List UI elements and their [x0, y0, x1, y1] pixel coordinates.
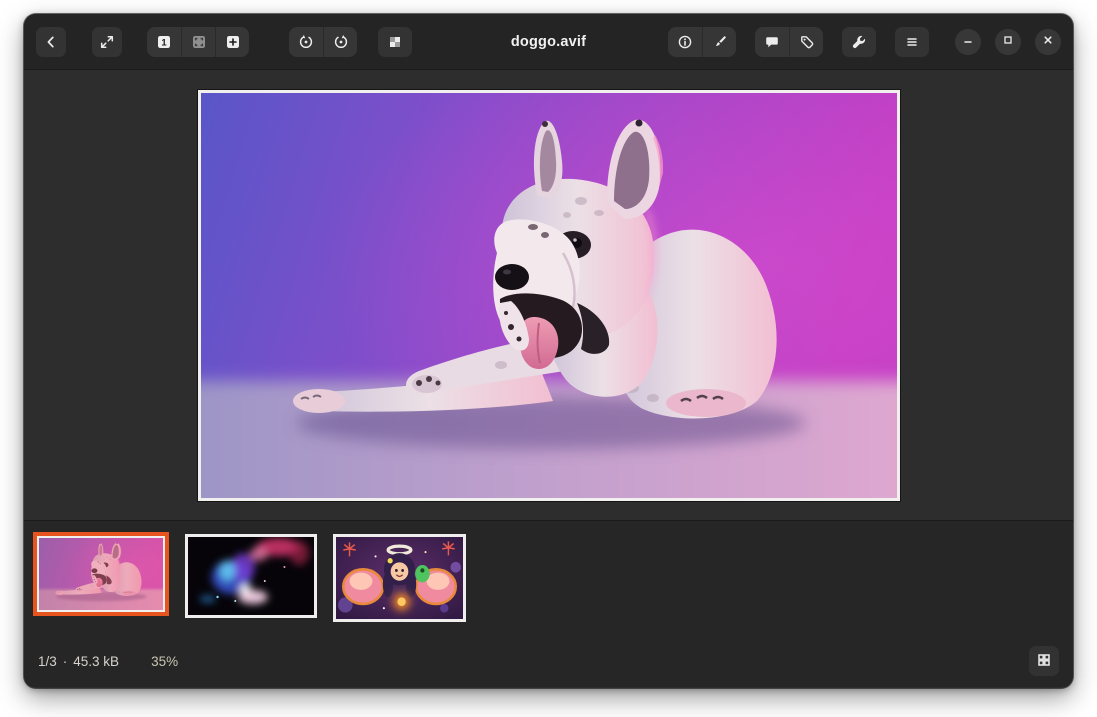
info-circle-icon	[677, 34, 693, 50]
comment-tag-group	[755, 27, 823, 57]
zoom-original-button[interactable]: 1	[147, 27, 181, 57]
tools-button[interactable]	[842, 27, 876, 57]
rotate-counterclockwise-icon	[298, 34, 314, 50]
zoom-in-icon	[225, 34, 241, 50]
window-controls	[955, 29, 1061, 55]
minimize-icon	[960, 32, 976, 51]
image-info-button[interactable]	[668, 27, 702, 57]
bottom-panel: 1/3 · 45.3 kB 35%	[24, 520, 1073, 687]
brush-icon	[712, 34, 728, 50]
svg-text:1: 1	[161, 37, 167, 48]
rotate-controls-group	[289, 27, 357, 57]
image-viewer-window: doggo.avif 1	[24, 14, 1073, 688]
expand-diagonal-icon	[99, 34, 115, 50]
fullscreen-button[interactable]	[92, 27, 122, 57]
maximize-icon	[1000, 32, 1016, 51]
chevron-left-icon	[43, 34, 59, 50]
grid-view-icon	[1036, 652, 1052, 671]
thumbnail-doggo-selected[interactable]	[37, 536, 165, 612]
toolbar-right	[668, 27, 1061, 57]
previous-image-button[interactable]	[36, 27, 66, 57]
zoom-level: 35%	[151, 654, 178, 669]
zoom-in-button[interactable]	[215, 27, 249, 57]
background-checkerboard-button[interactable]	[378, 27, 412, 57]
rotate-ccw-button[interactable]	[289, 27, 323, 57]
image-index: 1/3	[38, 654, 57, 669]
comment-button[interactable]	[755, 27, 789, 57]
best-fit-button[interactable]	[181, 27, 215, 57]
current-image[interactable]	[198, 90, 900, 501]
info-edit-group	[668, 27, 736, 57]
thumbnail-strip	[24, 521, 1073, 622]
thumbnail-grid-toggle-button[interactable]	[1029, 646, 1059, 676]
rotate-cw-button[interactable]	[323, 27, 357, 57]
toolbar-left: 1	[36, 27, 412, 57]
tag-button[interactable]	[789, 27, 823, 57]
headerbar: doggo.avif 1	[24, 14, 1073, 70]
comment-bubble-icon	[764, 34, 780, 50]
wrench-icon	[851, 34, 867, 50]
menu-icon	[904, 34, 920, 50]
close-button[interactable]	[1035, 29, 1061, 55]
main-menu-button[interactable]	[895, 27, 929, 57]
tag-icon	[799, 34, 815, 50]
zoom-controls-group: 1	[147, 27, 249, 57]
statusbar: 1/3 · 45.3 kB 35%	[24, 639, 1073, 687]
maximize-button[interactable]	[995, 29, 1021, 55]
rotate-clockwise-icon	[333, 34, 349, 50]
checkerboard-icon	[387, 34, 403, 50]
thumbnail-cartoon-artwork[interactable]	[333, 534, 466, 622]
thumbnail-neon-artwork[interactable]	[185, 534, 317, 618]
zoom-original-icon: 1	[156, 34, 172, 50]
minimize-button[interactable]	[955, 29, 981, 55]
close-icon	[1040, 32, 1056, 51]
file-size: 45.3 kB	[73, 654, 119, 669]
status-separator: ·	[63, 654, 68, 669]
page-background: doggo.avif 1	[0, 0, 1097, 717]
edit-brush-button[interactable]	[702, 27, 736, 57]
best-fit-icon	[191, 34, 207, 50]
image-viewer-canvas	[24, 70, 1073, 520]
